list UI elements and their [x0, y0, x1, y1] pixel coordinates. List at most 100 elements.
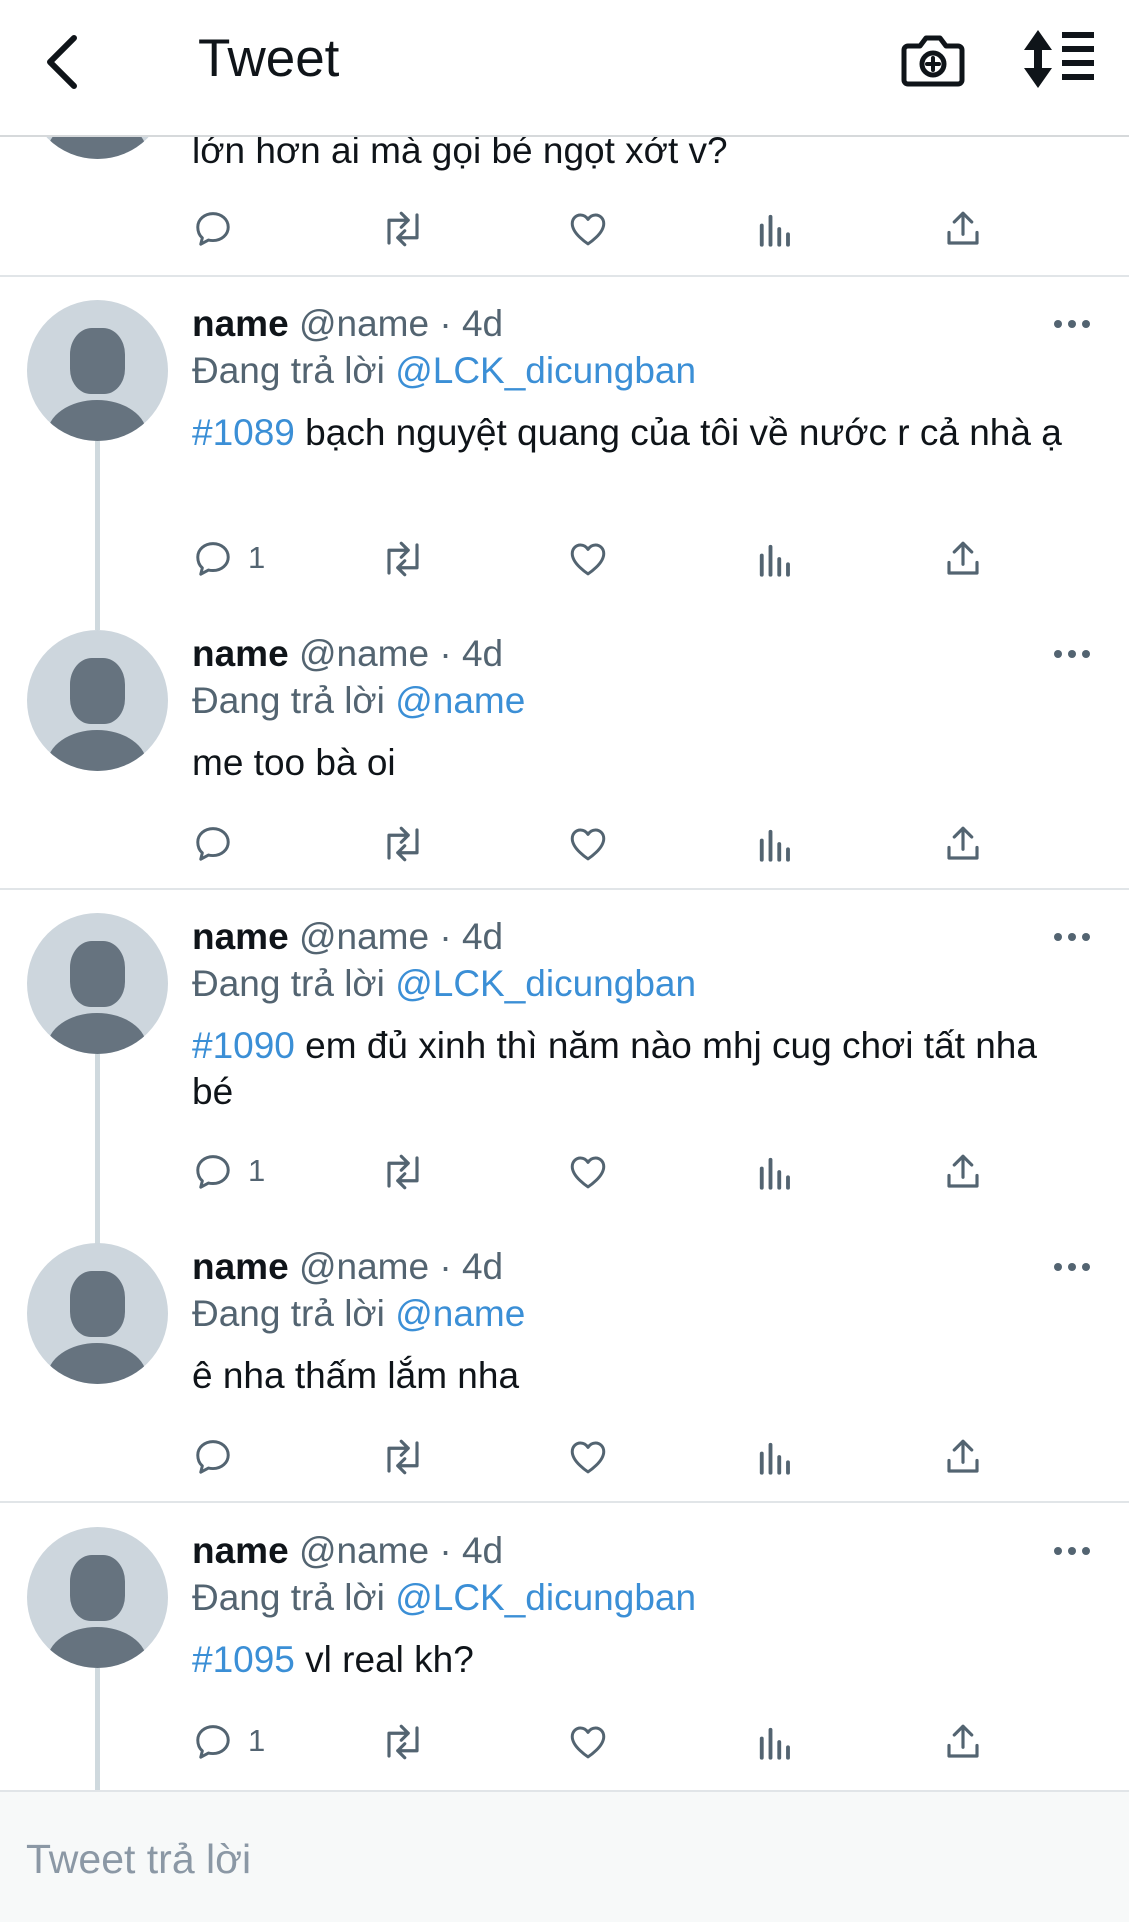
more-options-button[interactable]	[1050, 1541, 1094, 1561]
author-name: name	[192, 1530, 289, 1571]
avatar[interactable]	[27, 1527, 168, 1668]
share-icon	[947, 1154, 979, 1188]
back-button[interactable]	[36, 22, 116, 102]
reply-count: 1	[248, 540, 266, 575]
more-options-button[interactable]	[1050, 927, 1094, 947]
tweet-author[interactable]: name @name · 4d	[192, 303, 503, 345]
tweet-actions	[192, 200, 1022, 260]
retweet-icon	[387, 826, 419, 862]
tweet-author[interactable]: name @name · 4d	[192, 916, 503, 958]
reply-input[interactable]	[24, 1828, 1108, 1890]
tweet-body: vl real kh?	[294, 1639, 474, 1680]
camera-button[interactable]	[900, 26, 966, 92]
reply-icon	[196, 1155, 230, 1189]
author-name: name	[192, 1246, 289, 1287]
replying-label: Đang trả lời	[192, 963, 385, 1004]
hashtag-link[interactable]: #1089	[192, 412, 295, 453]
analytics-icon	[759, 1442, 790, 1475]
tweet-text: #1089 bạch nguyệt quang của tôi về nước …	[192, 410, 1072, 456]
avatar[interactable]	[27, 300, 168, 441]
tweet-text: me too bà oi	[192, 740, 1072, 786]
separator-dot: ·	[439, 916, 452, 957]
mention-link[interactable]: @name	[395, 1293, 525, 1334]
retweet-icon	[387, 1439, 419, 1475]
analytics-icon	[759, 1727, 790, 1760]
tweet-actions: 1	[192, 1143, 1022, 1203]
hashtag-link[interactable]: #1095	[192, 1639, 295, 1680]
author-handle: @name	[298, 303, 430, 344]
tweet-body: em đủ xinh thì năm nào mhj cug chơi tất …	[192, 1025, 1037, 1112]
like-icon	[570, 1726, 606, 1759]
analytics-icon	[759, 829, 790, 862]
share-icon	[947, 1724, 979, 1758]
replying-to: Đang trả lời @LCK_dicungban	[192, 350, 696, 392]
reply-icon	[196, 1440, 230, 1474]
divider	[0, 888, 1129, 890]
author-name: name	[192, 633, 289, 674]
share-icon	[947, 211, 979, 245]
more-options-button[interactable]	[1050, 644, 1094, 664]
tweet-actions: 1	[192, 1713, 1022, 1773]
author-name: name	[192, 916, 289, 957]
tweet-author[interactable]: name @name · 4d	[192, 1530, 503, 1572]
hashtag-link[interactable]: #1090	[192, 1025, 295, 1066]
tweet-time: 4d	[461, 916, 504, 957]
avatar[interactable]	[27, 913, 168, 1054]
separator-dot: ·	[439, 1246, 452, 1287]
tweet-body: ê nha thấm lắm nha	[192, 1355, 520, 1396]
like-icon	[570, 543, 606, 576]
replying-label: Đang trả lời	[192, 1577, 385, 1618]
mention-link[interactable]: @name	[395, 680, 525, 721]
analytics-icon	[759, 544, 790, 577]
separator-dot: ·	[439, 303, 452, 344]
like-icon	[570, 1156, 606, 1189]
thread-line	[95, 1054, 100, 1244]
replying-to: Đang trả lời @name	[192, 1293, 525, 1335]
author-name: name	[192, 303, 289, 344]
share-icon	[947, 1439, 979, 1473]
more-options-button[interactable]	[1050, 1257, 1094, 1277]
replying-to: Đang trả lời @name	[192, 680, 525, 722]
author-handle: @name	[298, 916, 430, 957]
reply-count: 1	[248, 1723, 266, 1758]
tweet-author[interactable]: name @name · 4d	[192, 1246, 503, 1288]
retweet-icon	[387, 1724, 419, 1760]
sort-button[interactable]	[1022, 28, 1098, 90]
retweet-icon	[387, 211, 419, 247]
tweet-text: ê nha thấm lắm nha	[192, 1353, 1072, 1399]
avatar[interactable]	[27, 1243, 168, 1384]
replying-to: Đang trả lời @LCK_dicungban	[192, 963, 696, 1005]
thread-line	[95, 1668, 100, 1790]
tweet-text: #1095 vl real kh?	[192, 1637, 1072, 1683]
mention-link[interactable]: @LCK_dicungban	[395, 1577, 696, 1618]
analytics-icon	[759, 1157, 790, 1190]
tweet-time: 4d	[461, 303, 504, 344]
tweet-time: 4d	[461, 633, 504, 674]
reply-icon	[196, 827, 230, 861]
replying-label: Đang trả lời	[192, 1293, 385, 1334]
more-options-button[interactable]	[1050, 314, 1094, 334]
share-icon	[947, 826, 979, 860]
reply-icon	[196, 542, 230, 576]
tweet-author[interactable]: name @name · 4d	[192, 633, 503, 675]
sort-icon	[1024, 30, 1094, 88]
mention-link[interactable]: @LCK_dicungban	[395, 350, 696, 391]
mention-link[interactable]: @LCK_dicungban	[395, 963, 696, 1004]
separator-dot: ·	[439, 1530, 452, 1571]
tweet-time: 4d	[461, 1530, 504, 1571]
tweet-body: bạch nguyệt quang của tôi về nước r cả n…	[294, 412, 1062, 453]
tweet-actions: 1	[192, 530, 1022, 590]
replying-label: Đang trả lời	[192, 680, 385, 721]
author-handle: @name	[298, 1530, 430, 1571]
back-arrow-icon	[47, 35, 77, 89]
divider	[0, 275, 1129, 277]
reply-icon	[196, 1725, 230, 1759]
tweet-body: me too bà oi	[192, 742, 396, 783]
author-handle: @name	[298, 633, 430, 674]
reply-count: 1	[248, 1153, 266, 1188]
retweet-icon	[387, 1154, 419, 1190]
thread-line	[95, 440, 100, 630]
tweet-feed[interactable]: lớn hơn ai mà gọi bé ngọt xớt v? name @n…	[0, 0, 1129, 1790]
avatar[interactable]	[27, 630, 168, 771]
like-icon	[570, 1441, 606, 1474]
